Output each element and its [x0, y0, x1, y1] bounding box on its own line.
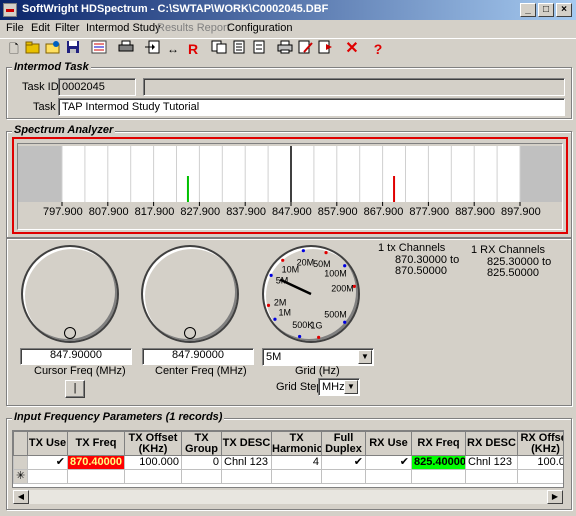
grid-combo[interactable]: 5M ▼: [262, 348, 374, 366]
full-duplex-checkbox[interactable]: ✔: [321, 455, 366, 470]
tx-channels-range: 870.30000 to 870.50000: [395, 254, 460, 277]
col-header-tx-harmonic[interactable]: TX Harmonic: [271, 431, 322, 456]
rx-channels-label: 1 RX Channels: [471, 244, 545, 256]
col-header-rx-offset[interactable]: RX Offset (KHz): [517, 431, 563, 456]
tx-offset-cell[interactable]: 100.000: [124, 455, 182, 470]
rx-channels-range: 825.30000 to 825.50000: [487, 256, 552, 279]
rx-freq-cell[interactable]: 825.40000: [411, 455, 466, 470]
grid-dial-label: 2M: [274, 297, 287, 307]
spectrum-tick-label: 847.900: [272, 206, 312, 218]
params-hscrollbar[interactable]: ◀ ▶: [12, 489, 564, 505]
params-grid: TX Use TX Freq TX Offset (KHz) TX Group …: [12, 430, 564, 488]
spectrum-tick-label: 827.900: [180, 206, 221, 218]
grid-dial-dot: [301, 249, 305, 253]
grid-dial-label: 1M: [279, 307, 292, 317]
col-header-tx-freq[interactable]: TX Freq: [67, 431, 125, 456]
new-record-row[interactable]: ✳: [13, 469, 563, 484]
tx-channels-label: 1 tx Channels: [378, 242, 446, 254]
spectrum-tick-label: 817.900: [134, 206, 175, 218]
spectrum-tick-label: 867.900: [363, 206, 404, 218]
cursor-freq-label: Cursor Freq (MHz): [34, 365, 126, 377]
spectrum-tick-label: 857.900: [317, 206, 358, 218]
table-row[interactable]: ✔ 870.40000 100.000 0 Chnl 123 4 ✔ ✔ 825…: [13, 455, 563, 470]
input-params-label: Input Frequency Parameters (1 records): [12, 411, 225, 423]
col-header-tx-group[interactable]: TX Group: [181, 431, 222, 456]
spectrum-tick-label: 897.900: [501, 206, 541, 218]
cursor-freq-dial[interactable]: [21, 245, 119, 343]
col-header-tx-desc[interactable]: TX DESC: [221, 431, 272, 456]
spectrum-tick-label: 887.900: [455, 206, 495, 218]
grid-dial-dot: [343, 264, 347, 268]
rx-desc-cell[interactable]: Chnl 123: [465, 455, 518, 470]
grid-dial-dot: [269, 273, 273, 278]
spectrum-lines: [61, 146, 521, 206]
cursor-dial-knob[interactable]: [64, 327, 76, 339]
tx-desc-cell[interactable]: Chnl 123: [221, 455, 272, 470]
params-table: TX Use TX Freq TX Offset (KHz) TX Group …: [13, 431, 563, 484]
col-header-rx-freq[interactable]: RX Freq: [411, 431, 466, 456]
col-header-full-duplex[interactable]: Full Duplex: [321, 431, 366, 456]
grid-dial-pointer: [279, 278, 312, 296]
grid-combo-dropdown-icon[interactable]: ▼: [358, 350, 372, 364]
grid-step-value: MHz: [322, 381, 345, 393]
col-header-marker: [13, 431, 28, 456]
grid-dial-dot: [324, 251, 328, 255]
grid-step-combo[interactable]: MHz ▼: [318, 378, 360, 396]
center-freq-dial[interactable]: [141, 245, 239, 343]
rx-use-checkbox[interactable]: ✔: [365, 455, 412, 470]
cursor-freq-field[interactable]: 847.90000: [20, 348, 132, 365]
col-header-rx-desc[interactable]: RX DESC: [465, 431, 518, 456]
spectrum-tick-label: 797.900: [43, 206, 83, 218]
col-header-rx-use[interactable]: RX Use: [365, 431, 412, 456]
grid-dial-dot: [273, 317, 277, 321]
col-header-tx-use[interactable]: TX Use: [27, 431, 68, 456]
grid-dial-label: 200M: [331, 283, 354, 293]
grid-dial-dot: [266, 303, 271, 307]
center-dial-knob[interactable]: [184, 327, 196, 339]
grid-dial-label: 500M: [324, 310, 347, 320]
scroll-right-icon[interactable]: ▶: [547, 490, 563, 504]
params-header-row: TX Use TX Freq TX Offset (KHz) TX Group …: [13, 431, 563, 456]
grid-dial-dot: [281, 258, 285, 262]
grid-combo-value: 5M: [266, 351, 282, 363]
cursor-step-button[interactable]: |: [65, 380, 85, 398]
rx-offset-cell[interactable]: 100.00: [517, 455, 563, 470]
grid-dial-dot: [298, 334, 302, 339]
grid-dial-label: 20M: [297, 257, 315, 267]
grid-dial-face: 1M2M5M10M20M50M100M200M500M1G500K: [266, 249, 356, 339]
grid-dial-dot: [343, 320, 347, 324]
grid-step-label: Grid Step: [276, 381, 323, 393]
spectrum-tick-label: 807.900: [88, 206, 129, 218]
center-freq-label: Center Freq (MHz): [155, 365, 247, 377]
tx-freq-cell[interactable]: 870.40000: [67, 455, 125, 470]
grid-step-dropdown-icon[interactable]: ▼: [344, 380, 358, 394]
new-record-marker: ✳: [13, 469, 28, 484]
grid-dial-label: 50M: [313, 259, 331, 269]
center-freq-field[interactable]: 847.90000: [142, 348, 254, 365]
grid-dial-label: 100M: [324, 268, 347, 278]
grid-label: Grid (Hz): [295, 365, 340, 377]
tx-group-cell[interactable]: 0: [181, 455, 222, 470]
row-marker[interactable]: [13, 455, 28, 470]
tx-use-checkbox[interactable]: ✔: [27, 455, 68, 470]
scroll-left-icon[interactable]: ◀: [13, 490, 29, 504]
tx-harmonic-cell[interactable]: 4: [271, 455, 322, 470]
spectrum-tick-label: 837.900: [226, 206, 266, 218]
col-header-tx-offset[interactable]: TX Offset (KHz): [124, 431, 182, 456]
spectrum-tick-label: 877.900: [409, 206, 450, 218]
grid-dial-label: 500K: [292, 320, 313, 330]
grid-dial-dot: [317, 335, 321, 339]
